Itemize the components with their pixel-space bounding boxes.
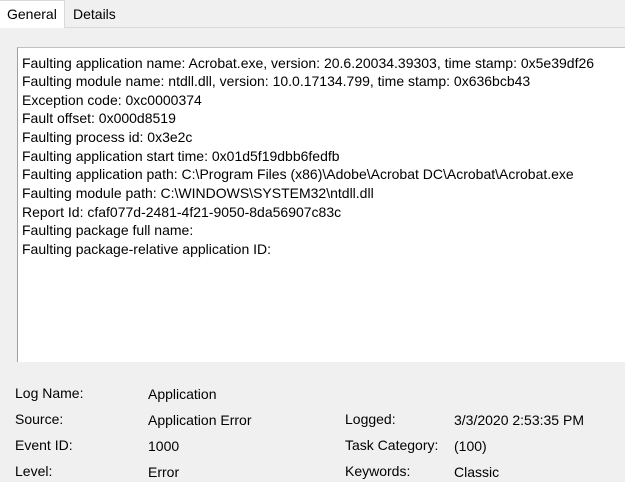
task-category-label: Task Category: <box>345 437 439 453</box>
source-label: Source: <box>15 411 64 427</box>
logged-value[interactable]: 3/3/2020 2:53:35 PM <box>454 411 584 429</box>
message-line: Exception code: 0xc0000374 <box>22 92 202 108</box>
message-line: Report Id: cfaf077d-2481-4f21-9050-8da56… <box>22 204 342 220</box>
message-line: Fault offset: 0x000d8519 <box>22 110 176 126</box>
task-category-value[interactable]: (100) <box>454 437 487 455</box>
tab-general[interactable]: General <box>0 0 65 28</box>
log-name-value[interactable]: Application <box>148 385 217 403</box>
level-label: Level: <box>15 463 53 479</box>
log-name-label: Log Name: <box>15 385 84 401</box>
message-line: Faulting module name: ntdll.dll, version… <box>22 73 531 89</box>
tab-details[interactable]: Details <box>66 2 126 26</box>
level-value[interactable]: Error <box>148 463 179 481</box>
message-line: Faulting application path: C:\Program Fi… <box>22 166 574 182</box>
source-value[interactable]: Application Error <box>148 411 252 429</box>
logged-label: Logged: <box>345 411 396 427</box>
event-description-textbox[interactable]: Faulting application name: Acrobat.exe, … <box>17 47 625 362</box>
keywords-label: Keywords: <box>345 463 411 479</box>
message-line: Faulting module path: C:\WINDOWS\SYSTEM3… <box>22 185 374 201</box>
message-line: Faulting process id: 0x3e2c <box>22 129 193 145</box>
event-id-label: Event ID: <box>15 437 73 453</box>
event-id-value[interactable]: 1000 <box>148 437 179 455</box>
message-line: Faulting package full name: <box>22 222 194 238</box>
message-line: Faulting application start time: 0x01d5f… <box>22 148 340 164</box>
message-line: Faulting application name: Acrobat.exe, … <box>22 55 595 71</box>
message-line: Faulting package-relative application ID… <box>22 241 272 257</box>
keywords-value[interactable]: Classic <box>454 463 499 481</box>
tab-bar: General Details <box>0 0 625 28</box>
